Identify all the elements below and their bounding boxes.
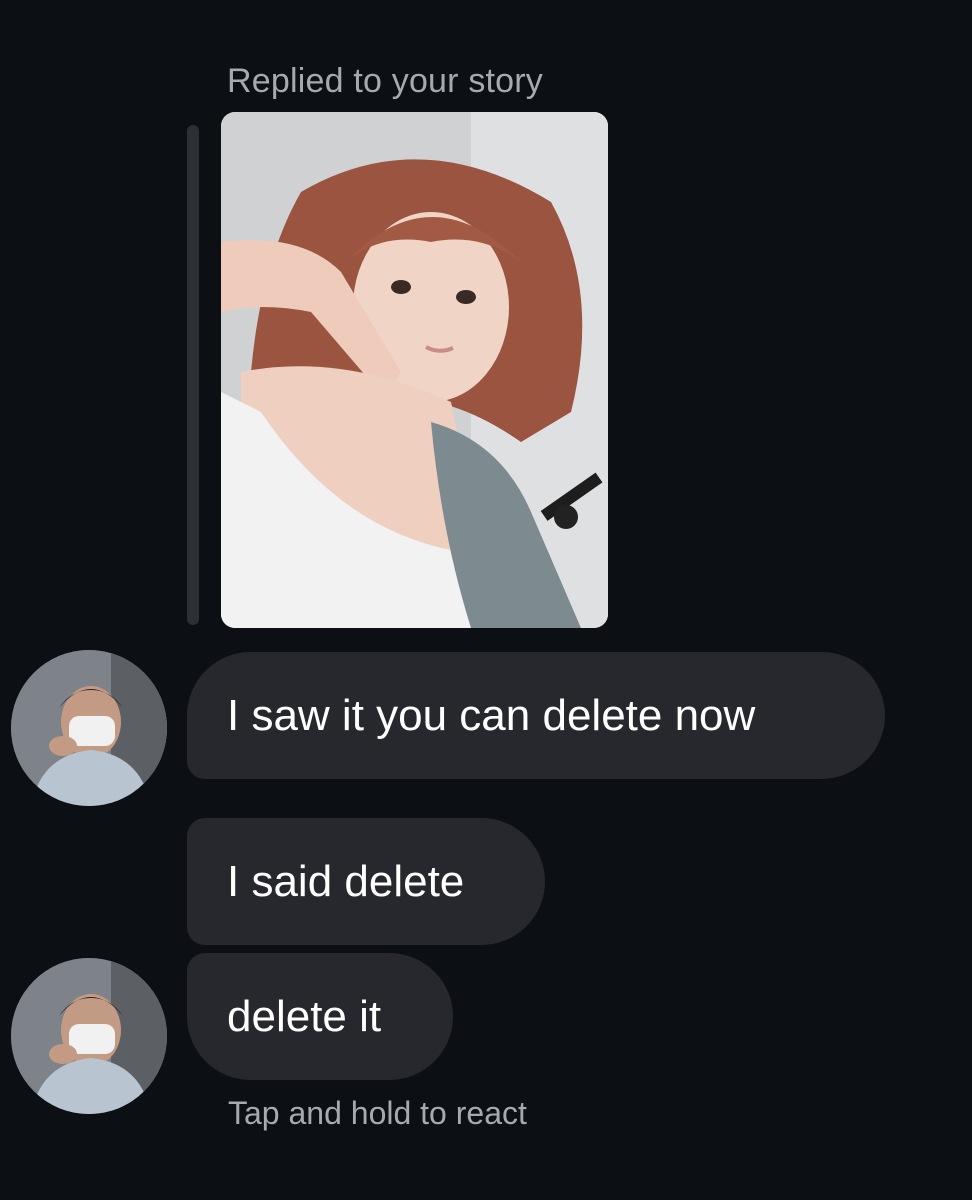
reply-header: Replied to your story — [227, 62, 544, 100]
reply-quote-bar — [187, 125, 199, 625]
react-hint: Tap and hold to react — [228, 1095, 527, 1131]
story-photo-image — [221, 112, 608, 628]
story-thumbnail[interactable] — [221, 112, 608, 628]
sender-avatar[interactable] — [11, 650, 167, 806]
message-bubble[interactable]: delete it — [187, 953, 453, 1080]
avatar-photo-image — [11, 650, 167, 806]
message-bubble[interactable]: I saw it you can delete now — [187, 652, 885, 779]
sender-avatar[interactable] — [11, 958, 167, 1114]
avatar-photo-image — [11, 958, 167, 1114]
message-bubble[interactable]: I said delete — [187, 818, 545, 945]
